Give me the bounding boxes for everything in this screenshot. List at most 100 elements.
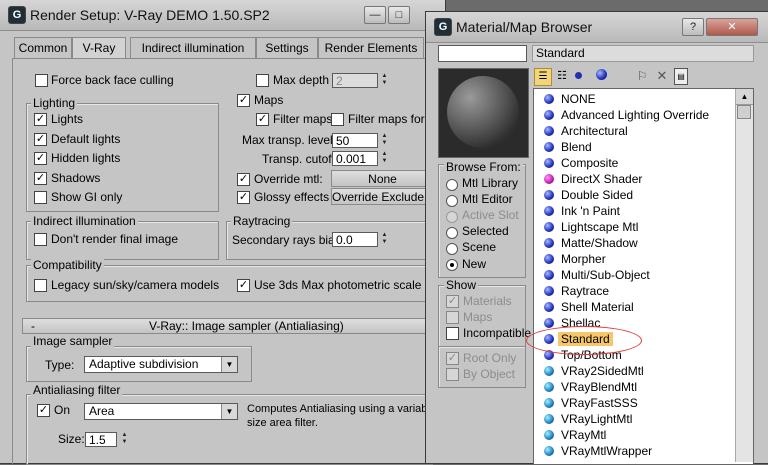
list-item[interactable]: Ink 'n Paint bbox=[536, 203, 726, 219]
by-object-checkbox[interactable] bbox=[446, 368, 459, 381]
list-item[interactable]: DirectX Shader bbox=[536, 171, 726, 187]
list-icons-view-icon[interactable]: ☷ bbox=[554, 68, 570, 84]
max-depth-checkbox[interactable] bbox=[256, 74, 269, 87]
aa-filter-description: Computes Antialiasing using a variable s… bbox=[247, 403, 427, 429]
dont-render-final-label: Don't render final image bbox=[51, 232, 179, 246]
list-view-icon[interactable]: ☰ bbox=[534, 68, 552, 86]
size-spinner[interactable]: ▲ ▼ bbox=[120, 432, 129, 447]
material-sphere-icon bbox=[544, 206, 554, 216]
aa-filter-dropdown[interactable]: Area ▼ bbox=[84, 403, 238, 420]
large-icons-view-icon[interactable] bbox=[596, 69, 607, 80]
default-lights-checkbox[interactable]: ✓ bbox=[34, 133, 47, 146]
list-item[interactable]: Morpher bbox=[536, 251, 726, 267]
maps-checkbox[interactable]: ✓ bbox=[237, 94, 250, 107]
clear-icon[interactable]: ▤ bbox=[674, 68, 688, 85]
tab-common[interactable]: Common bbox=[14, 37, 72, 58]
aa-filter-on-checkbox[interactable]: ✓ bbox=[37, 404, 50, 417]
image-sampler-rollout-header[interactable]: - V-Ray:: Image sampler (Antialiasing) bbox=[22, 318, 432, 334]
size-field[interactable]: 1.5 bbox=[85, 432, 117, 447]
show-materials-checkbox[interactable]: ✓ bbox=[446, 295, 459, 308]
browse-scene-radio[interactable] bbox=[446, 243, 458, 255]
list-item[interactable]: Raytrace bbox=[536, 283, 726, 299]
close-icon[interactable]: ✕ bbox=[706, 18, 758, 36]
list-item[interactable]: VRayBlendMtl bbox=[536, 379, 726, 395]
hidden-lights-checkbox[interactable]: ✓ bbox=[34, 152, 47, 165]
maximize-icon[interactable]: □ bbox=[388, 6, 410, 24]
show-gi-only-checkbox[interactable] bbox=[34, 191, 47, 204]
shadows-checkbox[interactable]: ✓ bbox=[34, 172, 47, 185]
max-transp-field[interactable]: 50 bbox=[332, 133, 378, 148]
material-sphere-icon bbox=[544, 238, 554, 248]
list-item[interactable]: VRayMtl bbox=[536, 427, 726, 443]
glossy-effects-checkbox[interactable]: ✓ bbox=[237, 191, 250, 204]
material-sphere-icon bbox=[544, 190, 554, 200]
list-item[interactable]: Architectural bbox=[536, 123, 726, 139]
browse-new-radio[interactable] bbox=[446, 259, 458, 271]
list-item[interactable]: Shell Material bbox=[536, 299, 726, 315]
show-maps-checkbox[interactable] bbox=[446, 311, 459, 324]
max-depth-field[interactable]: 2 bbox=[332, 73, 378, 88]
max-depth-spinner[interactable]: ▲ ▼ bbox=[380, 73, 389, 88]
transp-cutoff-field[interactable]: 0.001 bbox=[332, 151, 378, 166]
scroll-thumb[interactable] bbox=[737, 105, 751, 119]
browse-mtl-editor-label: Mtl Editor bbox=[462, 192, 513, 206]
material-list[interactable]: NONE Advanced Lighting Override Architectu… bbox=[533, 88, 754, 465]
help-icon[interactable]: ? bbox=[682, 18, 704, 36]
legacy-sun-sky-checkbox[interactable] bbox=[34, 279, 47, 292]
browse-selected-radio[interactable] bbox=[446, 227, 458, 239]
sampler-type-dropdown[interactable]: Adaptive subdivision ▼ bbox=[84, 356, 238, 373]
material-name-field[interactable] bbox=[438, 45, 527, 62]
transp-cutoff-spinner[interactable]: ▲ ▼ bbox=[380, 151, 389, 166]
tab-render-elements[interactable]: Render Elements bbox=[318, 37, 424, 58]
override-mtl-checkbox[interactable]: ✓ bbox=[237, 173, 250, 186]
list-item[interactable]: Lightscape Mtl bbox=[536, 219, 726, 235]
force-back-face-culling-checkbox[interactable] bbox=[35, 74, 48, 87]
delete-icon[interactable]: ✕ bbox=[654, 68, 670, 84]
override-exclude-button[interactable]: Override Exclude... bbox=[331, 188, 434, 205]
list-item[interactable]: VRayMtlWrapper bbox=[536, 443, 726, 459]
list-item[interactable]: Double Sided bbox=[536, 187, 726, 203]
list-item[interactable]: Advanced Lighting Override bbox=[536, 107, 726, 123]
update-scene-icon[interactable]: ⚐ bbox=[634, 68, 650, 84]
list-item[interactable]: Multi/Sub-Object bbox=[536, 267, 726, 283]
override-mtl-button[interactable]: None bbox=[331, 170, 434, 187]
material-sphere-icon bbox=[544, 158, 554, 168]
list-item[interactable]: VRay2SidedMtl bbox=[536, 363, 726, 379]
browse-mtl-library-radio[interactable] bbox=[446, 179, 458, 191]
list-item[interactable]: VRayFastSSS bbox=[536, 395, 726, 411]
list-item-label: Double Sided bbox=[561, 188, 634, 202]
list-scrollbar[interactable]: ▲ bbox=[735, 89, 753, 462]
selected-name-bar: Standard bbox=[532, 45, 754, 62]
show-incompatible-checkbox[interactable] bbox=[446, 327, 459, 340]
secondary-rays-bias-field[interactable]: 0.0 bbox=[332, 232, 378, 247]
root-only-checkbox[interactable]: ✓ bbox=[446, 352, 459, 365]
list-item-label: Matte/Shadow bbox=[561, 236, 638, 250]
photometric-scale-checkbox[interactable]: ✓ bbox=[237, 279, 250, 292]
filter-maps-gi-checkbox[interactable] bbox=[331, 113, 344, 126]
rollout-collapse-icon: - bbox=[31, 319, 35, 333]
max-transp-spinner[interactable]: ▲ ▼ bbox=[380, 133, 389, 148]
tab-indirect-illumination[interactable]: Indirect illumination bbox=[130, 37, 256, 58]
secondary-rays-bias-spinner[interactable]: ▲ ▼ bbox=[380, 232, 389, 247]
browse-mtl-editor-radio[interactable] bbox=[446, 195, 458, 207]
tab-vray[interactable]: V-Ray bbox=[72, 37, 126, 58]
minimize-icon[interactable]: — bbox=[364, 6, 386, 24]
render-setup-titlebar[interactable]: G Render Setup: V-Ray DEMO 1.50.SP2 — □ bbox=[0, 0, 445, 31]
small-icons-view-icon[interactable] bbox=[575, 72, 582, 79]
list-item[interactable]: NONE bbox=[536, 91, 726, 107]
list-item[interactable]: Composite bbox=[536, 155, 726, 171]
browser-titlebar[interactable]: G Material/Map Browser ? ✕ bbox=[426, 12, 768, 43]
size-label: Size: bbox=[58, 432, 85, 446]
dont-render-final-checkbox[interactable] bbox=[34, 233, 47, 246]
scroll-up-icon[interactable]: ▲ bbox=[736, 89, 753, 105]
material-sphere-icon bbox=[544, 110, 554, 120]
list-item[interactable]: Blend bbox=[536, 139, 726, 155]
filter-maps-checkbox[interactable]: ✓ bbox=[256, 113, 269, 126]
lights-checkbox[interactable]: ✓ bbox=[34, 113, 47, 126]
render-setup-window: G Render Setup: V-Ray DEMO 1.50.SP2 — □ … bbox=[0, 0, 445, 465]
list-item[interactable]: VRayLightMtl bbox=[536, 411, 726, 427]
tab-settings[interactable]: Settings bbox=[256, 37, 318, 58]
browse-active-slot-radio[interactable] bbox=[446, 211, 458, 223]
browse-selected-label: Selected bbox=[462, 224, 509, 238]
list-item[interactable]: Matte/Shadow bbox=[536, 235, 726, 251]
